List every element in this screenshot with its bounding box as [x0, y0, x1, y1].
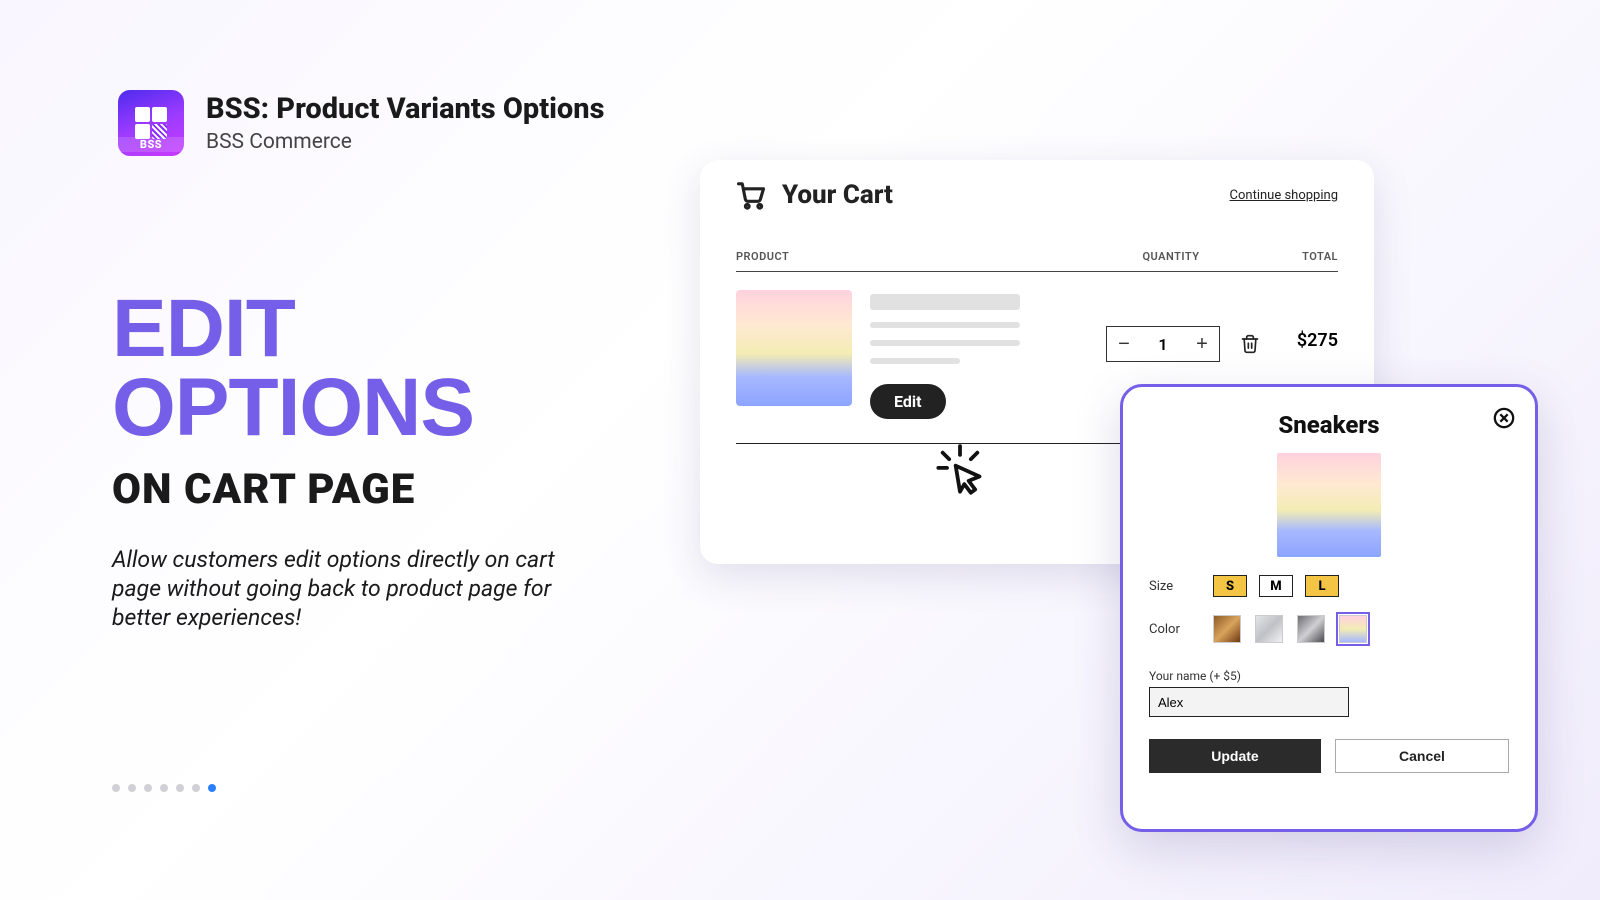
quantity-value: 1: [1141, 335, 1185, 354]
hero-copy: EDIT OPTIONS ON CART PAGE Allow customer…: [112, 290, 582, 633]
pagination-dot[interactable]: [160, 784, 168, 792]
cart-column-headers: PRODUCT QUANTITY TOTAL: [736, 250, 1338, 272]
cancel-button[interactable]: Cancel: [1335, 739, 1509, 773]
hero-headline-line2: OPTIONS: [112, 362, 474, 453]
hero-headline-line1: EDIT: [112, 283, 295, 374]
pagination-dot[interactable]: [128, 784, 136, 792]
brand-subtitle: BSS Commerce: [206, 130, 604, 154]
color-swatch-2[interactable]: [1255, 615, 1283, 643]
color-swatch-4[interactable]: [1339, 615, 1367, 643]
edit-options-button[interactable]: Edit: [870, 384, 946, 419]
placeholder-text: [870, 322, 1020, 328]
cursor-click-icon: [930, 440, 990, 500]
col-quantity: QUANTITY: [1106, 250, 1236, 263]
close-icon: [1493, 407, 1515, 429]
trash-icon: [1240, 334, 1260, 354]
close-dialog-button[interactable]: [1493, 407, 1515, 429]
dialog-title: Sneakers: [1149, 411, 1509, 439]
size-option-l[interactable]: L: [1305, 575, 1339, 597]
pagination-dot[interactable]: [112, 784, 120, 792]
color-swatch-1[interactable]: [1213, 615, 1241, 643]
pagination-dot[interactable]: [144, 784, 152, 792]
product-thumbnail: [736, 290, 852, 406]
placeholder-text: [870, 340, 1020, 346]
hero-subhead: ON CART PAGE: [112, 465, 582, 514]
color-option-label: Color: [1149, 622, 1213, 637]
cart-title: Your Cart: [782, 180, 893, 210]
color-swatch-3[interactable]: [1297, 615, 1325, 643]
pagination-dot[interactable]: [192, 784, 200, 792]
col-total: TOTAL: [1236, 250, 1338, 263]
size-option-s[interactable]: S: [1213, 575, 1247, 597]
size-option-m[interactable]: M: [1259, 575, 1293, 597]
brand-logo-icon: BSS: [118, 90, 184, 156]
hero-description: Allow customers edit options directly on…: [112, 546, 582, 632]
quantity-increment-button[interactable]: +: [1185, 327, 1219, 361]
carousel-pagination[interactable]: [112, 784, 216, 792]
continue-shopping-link[interactable]: Continue shopping: [1230, 188, 1338, 203]
pagination-dot[interactable]: [208, 784, 216, 792]
quantity-stepper[interactable]: − 1 +: [1106, 326, 1220, 362]
brand-logo-tag: BSS: [118, 137, 184, 152]
name-field-label: Your name (+ $5): [1149, 669, 1509, 683]
dialog-product-image: [1277, 453, 1381, 557]
placeholder-text: [870, 294, 1020, 310]
col-product: PRODUCT: [736, 250, 1106, 263]
size-option-label: Size: [1149, 579, 1213, 594]
brand-header: BSS BSS: Product Variants Options BSS Co…: [118, 90, 604, 156]
remove-item-button[interactable]: [1240, 334, 1260, 354]
edit-options-dialog: Sneakers Size S M L Color Your name (+ $…: [1120, 384, 1538, 832]
placeholder-text: [870, 358, 960, 364]
update-button[interactable]: Update: [1149, 739, 1321, 773]
line-total: $275: [1286, 290, 1338, 351]
brand-title: BSS: Product Variants Options: [206, 92, 604, 126]
quantity-decrement-button[interactable]: −: [1107, 327, 1141, 361]
name-input[interactable]: [1149, 687, 1349, 717]
cart-icon: [736, 180, 766, 210]
pagination-dot[interactable]: [176, 784, 184, 792]
